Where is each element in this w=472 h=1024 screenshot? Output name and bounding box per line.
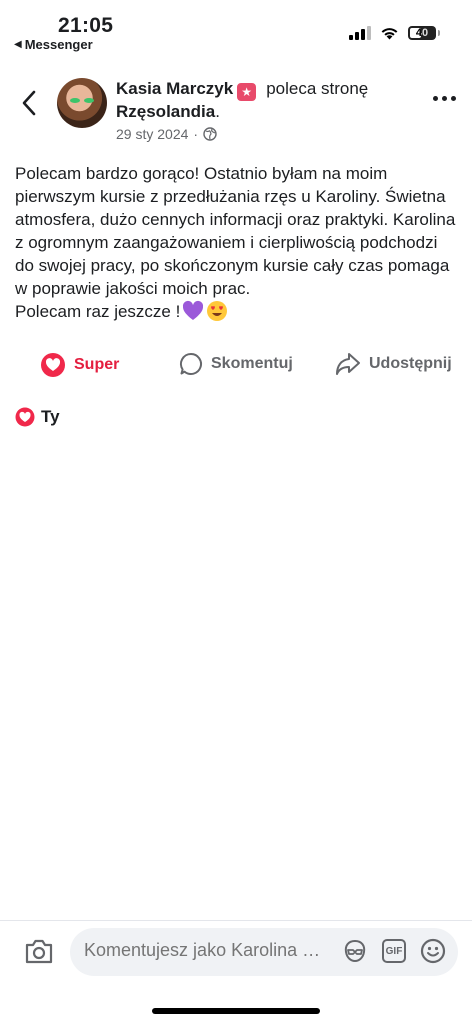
- author-avatar[interactable]: [57, 78, 107, 128]
- avatar-sticker-icon[interactable]: [342, 938, 368, 964]
- meta-separator: ·: [193, 126, 199, 142]
- comment-box-icons: GIF: [342, 938, 446, 964]
- emoji-icon[interactable]: [420, 938, 446, 964]
- reactions-summary[interactable]: Ty: [15, 407, 60, 427]
- page-name-suffix: .: [215, 102, 220, 121]
- super-label: Super: [74, 356, 120, 373]
- comment-bubble-icon: [180, 352, 202, 375]
- comment-button[interactable]: Skomentuj: [179, 352, 293, 376]
- back-to-messenger-link[interactable]: ◀ Messenger: [14, 37, 93, 52]
- page-name-link[interactable]: Rzęsolandia: [116, 102, 215, 121]
- post-text-paragraph: Polecam bardzo gorąco! Ostatnio byłam na…: [15, 164, 456, 298]
- status-icons: 40: [349, 26, 440, 40]
- comment-input[interactable]: [84, 940, 324, 961]
- post-body: Polecam bardzo gorąco! Ostatnio byłam na…: [15, 162, 460, 323]
- status-bar: 21:05 ◀ Messenger 40: [0, 0, 472, 60]
- cellular-signal-icon: [349, 26, 371, 40]
- back-app-label: Messenger: [24, 37, 93, 52]
- post-meta: 29 sty 2024 ·: [116, 126, 217, 142]
- post-date[interactable]: 29 sty 2024: [116, 126, 188, 142]
- post-header: Kasia Marczyk ★ poleca stronę Rzęsolandia.: [116, 78, 416, 123]
- comment-label: Skomentuj: [211, 355, 293, 372]
- more-options-button[interactable]: [433, 96, 456, 101]
- love-reaction-small-icon: [15, 407, 35, 427]
- post-text-closing: Polecam raz jeszcze !: [15, 300, 460, 323]
- camera-icon[interactable]: [24, 937, 54, 965]
- share-label: Udostępnij: [369, 355, 452, 372]
- heart-eyes-emoji-icon: [207, 301, 228, 321]
- comment-input-box[interactable]: GIF: [70, 928, 458, 976]
- super-reaction-button[interactable]: Super: [40, 352, 119, 378]
- gif-icon[interactable]: GIF: [382, 939, 406, 963]
- back-chevron-icon[interactable]: [18, 88, 40, 118]
- share-arrow-icon: [336, 353, 360, 375]
- battery-level: 40: [415, 27, 429, 39]
- home-indicator: [152, 1008, 320, 1014]
- bottom-divider: [0, 920, 472, 921]
- purple-heart-emoji-icon: [183, 300, 204, 320]
- battery-icon: 40: [408, 26, 440, 40]
- back-triangle-icon: ◀: [14, 39, 22, 50]
- share-button[interactable]: Udostępnij: [335, 352, 452, 376]
- post-action-text: poleca stronę: [266, 79, 369, 98]
- globe-icon: [203, 127, 217, 141]
- post-actions-bar: Super Skomentuj Udostępnij: [0, 352, 472, 388]
- recommend-badge-icon: ★: [237, 83, 257, 101]
- author-name-link[interactable]: Kasia Marczyk: [116, 79, 233, 98]
- love-reaction-icon: [41, 353, 65, 377]
- wifi-icon: [381, 28, 398, 40]
- status-time: 21:05: [58, 14, 114, 37]
- reactions-you-label: Ty: [41, 407, 60, 426]
